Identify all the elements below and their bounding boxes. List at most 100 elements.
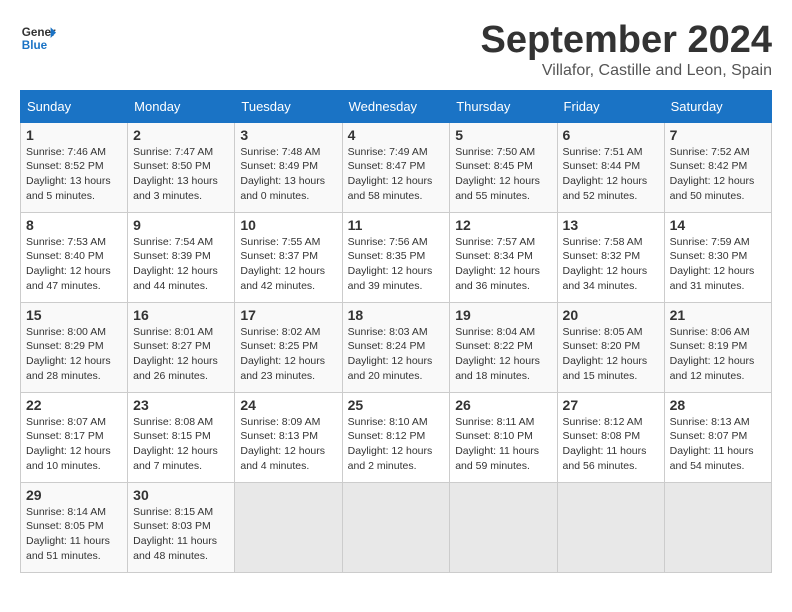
day-info: Sunrise: 8:14 AMSunset: 8:05 PMDaylight:… <box>26 505 122 564</box>
day-number: 2 <box>133 127 229 143</box>
day-info: Sunrise: 7:57 AMSunset: 8:34 PMDaylight:… <box>455 235 551 294</box>
table-row: 19 Sunrise: 8:04 AMSunset: 8:22 PMDayligh… <box>450 302 557 392</box>
day-info: Sunrise: 8:03 AMSunset: 8:24 PMDaylight:… <box>348 325 445 384</box>
col-wednesday: Wednesday <box>342 90 450 122</box>
day-info: Sunrise: 7:51 AMSunset: 8:44 PMDaylight:… <box>563 145 659 204</box>
col-tuesday: Tuesday <box>235 90 342 122</box>
day-number: 13 <box>563 217 659 233</box>
table-row: 2 Sunrise: 7:47 AMSunset: 8:50 PMDaylight… <box>128 122 235 212</box>
table-row: 3Sunrise: 7:48 AMSunset: 8:49 PMDaylight… <box>235 122 342 212</box>
day-number: 30 <box>133 487 229 503</box>
day-number: 21 <box>670 307 766 323</box>
day-info: Sunrise: 7:56 AMSunset: 8:35 PMDaylight:… <box>348 235 445 294</box>
table-row: 15 Sunrise: 8:00 AMSunset: 8:29 PMDayligh… <box>21 302 128 392</box>
month-title: September 2024 <box>481 20 773 62</box>
day-number: 25 <box>348 397 445 413</box>
table-row: 20 Sunrise: 8:05 AMSunset: 8:20 PMDayligh… <box>557 302 664 392</box>
day-number: 1 <box>26 127 122 143</box>
table-row: 30 Sunrise: 8:15 AMSunset: 8:03 PMDayligh… <box>128 482 235 572</box>
day-number: 11 <box>348 217 445 233</box>
day-info: Sunrise: 7:54 AMSunset: 8:39 PMDaylight:… <box>133 235 229 294</box>
col-friday: Friday <box>557 90 664 122</box>
table-row: 29 Sunrise: 8:14 AMSunset: 8:05 PMDayligh… <box>21 482 128 572</box>
table-row: 26Sunrise: 8:11 AMSunset: 8:10 PMDayligh… <box>450 392 557 482</box>
day-info: Sunrise: 8:12 AMSunset: 8:08 PMDaylight:… <box>563 415 659 474</box>
col-thursday: Thursday <box>450 90 557 122</box>
table-row: 8 Sunrise: 7:53 AMSunset: 8:40 PMDaylight… <box>21 212 128 302</box>
table-row: 22 Sunrise: 8:07 AMSunset: 8:17 PMDayligh… <box>21 392 128 482</box>
title-area: September 2024 Villafor, Castille and Le… <box>481 20 773 80</box>
table-row: 13 Sunrise: 7:58 AMSunset: 8:32 PMDayligh… <box>557 212 664 302</box>
table-row: 9Sunrise: 7:54 AMSunset: 8:39 PMDaylight… <box>128 212 235 302</box>
calendar-table: Sunday Monday Tuesday Wednesday Thursday… <box>20 90 772 573</box>
table-row <box>235 482 342 572</box>
day-info: Sunrise: 8:08 AMSunset: 8:15 PMDaylight:… <box>133 415 229 474</box>
table-row: 6Sunrise: 7:51 AMSunset: 8:44 PMDaylight… <box>557 122 664 212</box>
calendar-week-row: 29 Sunrise: 8:14 AMSunset: 8:05 PMDayligh… <box>21 482 772 572</box>
col-saturday: Saturday <box>664 90 771 122</box>
day-number: 23 <box>133 397 229 413</box>
day-number: 22 <box>26 397 122 413</box>
col-monday: Monday <box>128 90 235 122</box>
day-info: Sunrise: 8:05 AMSunset: 8:20 PMDaylight:… <box>563 325 659 384</box>
calendar-header-row: Sunday Monday Tuesday Wednesday Thursday… <box>21 90 772 122</box>
day-number: 18 <box>348 307 445 323</box>
day-info: Sunrise: 7:59 AMSunset: 8:30 PMDaylight:… <box>670 235 766 294</box>
day-number: 20 <box>563 307 659 323</box>
svg-text:Blue: Blue <box>22 39 48 52</box>
day-info: Sunrise: 8:09 AMSunset: 8:13 PMDaylight:… <box>240 415 336 474</box>
table-row: 5 Sunrise: 7:50 AMSunset: 8:45 PMDaylight… <box>450 122 557 212</box>
day-info: Sunrise: 8:07 AMSunset: 8:17 PMDaylight:… <box>26 415 122 474</box>
day-info: Sunrise: 7:58 AMSunset: 8:32 PMDaylight:… <box>563 235 659 294</box>
day-info: Sunrise: 7:47 AMSunset: 8:50 PMDaylight:… <box>133 145 229 204</box>
day-info: Sunrise: 8:04 AMSunset: 8:22 PMDaylight:… <box>455 325 551 384</box>
day-info: Sunrise: 8:00 AMSunset: 8:29 PMDaylight:… <box>26 325 122 384</box>
day-number: 14 <box>670 217 766 233</box>
table-row: 27Sunrise: 8:12 AMSunset: 8:08 PMDayligh… <box>557 392 664 482</box>
day-info: Sunrise: 8:02 AMSunset: 8:25 PMDaylight:… <box>240 325 336 384</box>
table-row: 11 Sunrise: 7:56 AMSunset: 8:35 PMDayligh… <box>342 212 450 302</box>
table-row <box>557 482 664 572</box>
table-row: 1 Sunrise: 7:46 AMSunset: 8:52 PMDaylight… <box>21 122 128 212</box>
day-number: 19 <box>455 307 551 323</box>
day-info: Sunrise: 8:11 AMSunset: 8:10 PMDaylight:… <box>455 415 551 474</box>
calendar-week-row: 8 Sunrise: 7:53 AMSunset: 8:40 PMDaylight… <box>21 212 772 302</box>
table-row: 28 Sunrise: 8:13 AMSunset: 8:07 PMDayligh… <box>664 392 771 482</box>
location-title: Villafor, Castille and Leon, Spain <box>481 62 773 80</box>
day-info: Sunrise: 8:13 AMSunset: 8:07 PMDaylight:… <box>670 415 766 474</box>
page-header: General Blue September 2024 Villafor, Ca… <box>20 20 772 80</box>
table-row: 10 Sunrise: 7:55 AMSunset: 8:37 PMDayligh… <box>235 212 342 302</box>
day-number: 4 <box>348 127 445 143</box>
day-info: Sunrise: 7:46 AMSunset: 8:52 PMDaylight:… <box>26 145 122 204</box>
day-number: 15 <box>26 307 122 323</box>
table-row <box>450 482 557 572</box>
table-row: 14 Sunrise: 7:59 AMSunset: 8:30 PMDayligh… <box>664 212 771 302</box>
day-info: Sunrise: 7:52 AMSunset: 8:42 PMDaylight:… <box>670 145 766 204</box>
table-row: 4Sunrise: 7:49 AMSunset: 8:47 PMDaylight… <box>342 122 450 212</box>
day-number: 29 <box>26 487 122 503</box>
day-number: 17 <box>240 307 336 323</box>
day-number: 7 <box>670 127 766 143</box>
day-info: Sunrise: 8:01 AMSunset: 8:27 PMDaylight:… <box>133 325 229 384</box>
day-info: Sunrise: 7:50 AMSunset: 8:45 PMDaylight:… <box>455 145 551 204</box>
day-number: 5 <box>455 127 551 143</box>
day-number: 24 <box>240 397 336 413</box>
table-row <box>664 482 771 572</box>
calendar-body: 1 Sunrise: 7:46 AMSunset: 8:52 PMDaylight… <box>21 122 772 572</box>
day-info: Sunrise: 7:48 AMSunset: 8:49 PMDaylight:… <box>240 145 336 204</box>
logo-area: General Blue <box>20 20 60 56</box>
table-row: 7 Sunrise: 7:52 AMSunset: 8:42 PMDaylight… <box>664 122 771 212</box>
col-sunday: Sunday <box>21 90 128 122</box>
table-row: 17 Sunrise: 8:02 AMSunset: 8:25 PMDayligh… <box>235 302 342 392</box>
table-row: 25Sunrise: 8:10 AMSunset: 8:12 PMDayligh… <box>342 392 450 482</box>
day-number: 8 <box>26 217 122 233</box>
day-info: Sunrise: 8:15 AMSunset: 8:03 PMDaylight:… <box>133 505 229 564</box>
table-row: 21 Sunrise: 8:06 AMSunset: 8:19 PMDayligh… <box>664 302 771 392</box>
calendar-week-row: 15 Sunrise: 8:00 AMSunset: 8:29 PMDayligh… <box>21 302 772 392</box>
day-number: 10 <box>240 217 336 233</box>
day-number: 28 <box>670 397 766 413</box>
day-info: Sunrise: 7:53 AMSunset: 8:40 PMDaylight:… <box>26 235 122 294</box>
day-info: Sunrise: 8:06 AMSunset: 8:19 PMDaylight:… <box>670 325 766 384</box>
table-row: 23 Sunrise: 8:08 AMSunset: 8:15 PMDayligh… <box>128 392 235 482</box>
day-info: Sunrise: 7:55 AMSunset: 8:37 PMDaylight:… <box>240 235 336 294</box>
